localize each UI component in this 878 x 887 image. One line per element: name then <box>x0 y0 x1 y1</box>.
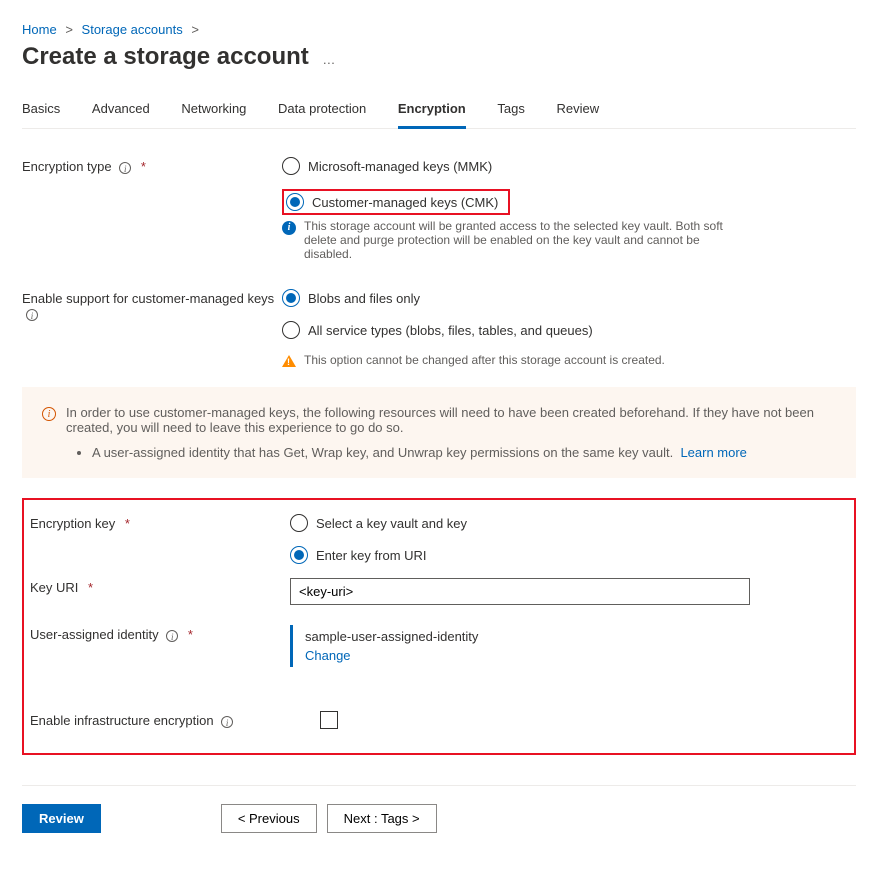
warning-text: This option cannot be changed after this… <box>304 353 665 367</box>
page-title: Create a storage account <box>22 43 309 71</box>
tab-tags[interactable]: Tags <box>497 93 524 126</box>
label-text: Enable support for customer-managed keys <box>22 291 274 306</box>
footer-buttons: Review < Previous Next : Tags > <box>22 804 856 833</box>
radio-label: Select a key vault and key <box>316 516 467 531</box>
tab-review[interactable]: Review <box>556 93 599 126</box>
breadcrumb: Home > Storage accounts > <box>22 22 856 37</box>
support-warning: This option cannot be changed after this… <box>282 353 856 367</box>
encryption-key-label: Encryption key * <box>30 514 290 531</box>
required-indicator: * <box>88 580 93 595</box>
highlight-frame-2: Encryption key * Select a key vault and … <box>22 498 856 755</box>
radio-icon <box>282 321 300 339</box>
tab-advanced[interactable]: Advanced <box>92 93 150 126</box>
radio-label: Microsoft-managed keys (MMK) <box>308 159 492 174</box>
label-text: Encryption type <box>22 159 112 174</box>
info-icon[interactable]: i <box>166 630 178 642</box>
info-icon[interactable]: i <box>221 716 233 728</box>
page-header: Create a storage account … <box>22 43 856 93</box>
encryption-type-label: Encryption type i * <box>22 157 282 174</box>
radio-mmk[interactable]: Microsoft-managed keys (MMK) <box>282 157 856 175</box>
radio-select-keyvault[interactable]: Select a key vault and key <box>290 514 848 532</box>
footer-separator <box>22 785 856 786</box>
prereq-bullet-text: A user-assigned identity that has Get, W… <box>92 445 673 460</box>
user-identity-label: User-assigned identity i * <box>30 625 290 642</box>
radio-icon-selected <box>290 546 308 564</box>
prerequisites-info-box: i In order to use customer-managed keys,… <box>22 387 856 478</box>
key-uri-label: Key URI * <box>30 578 290 595</box>
tab-basics[interactable]: Basics <box>22 93 60 126</box>
radio-icon-selected <box>282 289 300 307</box>
info-icon[interactable]: i <box>26 309 38 321</box>
identity-display: sample-user-assigned-identity Change <box>290 625 848 667</box>
learn-more-link[interactable]: Learn more <box>680 445 746 460</box>
radio-enter-uri[interactable]: Enter key from URI <box>290 546 848 564</box>
radio-icon <box>290 514 308 532</box>
chevron-right-icon: > <box>191 22 199 37</box>
tab-encryption[interactable]: Encryption <box>398 93 466 129</box>
identity-name: sample-user-assigned-identity <box>305 629 848 644</box>
label-text: User-assigned identity <box>30 627 159 642</box>
info-icon[interactable]: i <box>119 162 131 174</box>
prereq-text: In order to use customer-managed keys, t… <box>66 405 814 435</box>
radio-label: Blobs and files only <box>308 291 420 306</box>
breadcrumb-home[interactable]: Home <box>22 22 57 37</box>
chevron-right-icon: > <box>65 22 73 37</box>
breadcrumb-storage-accounts[interactable]: Storage accounts <box>82 22 183 37</box>
more-actions-icon[interactable]: … <box>322 52 337 67</box>
tab-networking[interactable]: Networking <box>181 93 246 126</box>
required-indicator: * <box>188 627 193 642</box>
tab-bar: Basics Advanced Networking Data protecti… <box>22 93 856 129</box>
radio-cmk[interactable]: Customer-managed keys (CMK) <box>286 193 498 211</box>
previous-button[interactable]: < Previous <box>221 804 317 833</box>
required-indicator: * <box>125 516 130 531</box>
radio-icon <box>282 157 300 175</box>
next-button[interactable]: Next : Tags > <box>327 804 437 833</box>
label-text: Encryption key <box>30 516 115 531</box>
label-text: Enable infrastructure encryption <box>30 713 214 728</box>
highlight-frame: Customer-managed keys (CMK) <box>282 189 510 215</box>
radio-blobs-files[interactable]: Blobs and files only <box>282 289 856 307</box>
warning-icon <box>282 355 296 367</box>
prereq-bullet: A user-assigned identity that has Get, W… <box>92 445 836 460</box>
tab-data-protection[interactable]: Data protection <box>278 93 366 126</box>
radio-label: Enter key from URI <box>316 548 427 563</box>
change-identity-link[interactable]: Change <box>305 648 351 663</box>
required-indicator: * <box>141 159 146 174</box>
infra-encryption-checkbox[interactable] <box>320 711 338 729</box>
radio-label: Customer-managed keys (CMK) <box>312 195 498 210</box>
radio-icon-selected <box>286 193 304 211</box>
infra-encryption-label: Enable infrastructure encryption i <box>30 711 320 728</box>
info-icon: i <box>282 221 296 235</box>
label-text: Key URI <box>30 580 78 595</box>
enable-support-label: Enable support for customer-managed keys… <box>22 289 282 321</box>
cmk-info-banner: i This storage account will be granted a… <box>282 219 856 261</box>
info-text: This storage account will be granted acc… <box>304 219 734 261</box>
review-button[interactable]: Review <box>22 804 101 833</box>
radio-label: All service types (blobs, files, tables,… <box>308 323 593 338</box>
key-uri-input[interactable] <box>290 578 750 605</box>
radio-all-services[interactable]: All service types (blobs, files, tables,… <box>282 321 856 339</box>
info-icon: i <box>42 407 56 421</box>
